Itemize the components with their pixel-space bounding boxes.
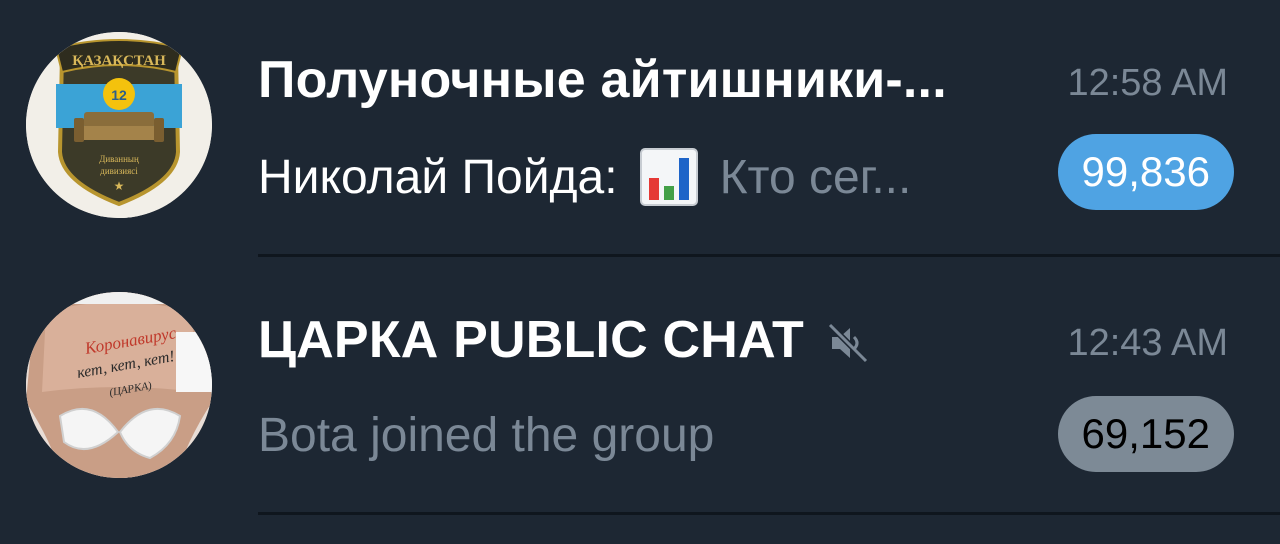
chat-time: 12:58 AM — [1067, 62, 1228, 104]
chat-title: ЦАРКА PUBLIC CHAT — [258, 310, 870, 370]
kazakhstan-divan-emblem-icon: ҚАЗАҚСТАН 12 Диванның дивизиясі ★ — [26, 32, 212, 218]
chat-divider — [258, 254, 1280, 257]
coronavirus-photo-icon: Коронавирус кет, кет, кет! (ЦАРКА) — [26, 292, 212, 478]
bar-chart-emoji-icon — [639, 148, 698, 206]
avatar-number-text: 12 — [111, 87, 127, 103]
chat-avatar[interactable]: ҚАЗАҚСТАН 12 Диванның дивизиясі ★ — [26, 32, 212, 218]
avatar-caption-1: Диванның — [99, 154, 139, 164]
chat-avatar[interactable]: Коронавирус кет, кет, кет! (ЦАРКА) — [26, 292, 212, 478]
chat-preview: Bota joined the group — [258, 408, 714, 463]
message-text: Bota joined the group — [258, 409, 715, 462]
chat-title: Полуночные айтишники-... — [258, 51, 947, 109]
avatar-caption-2: дивизиясі — [100, 166, 138, 176]
star-icon: ★ — [114, 179, 125, 193]
message-sender: Николай Пойда: — [258, 150, 618, 204]
chat-title-text: ЦАРКА PUBLIC CHAT — [258, 311, 804, 369]
chat-list-item[interactable]: Коронавирус кет, кет, кет! (ЦАРКА) ЦАРКА… — [0, 258, 1280, 516]
avatar-title-text: ҚАЗАҚСТАН — [72, 53, 166, 69]
chat-preview: Николай Пойда: Кто сег... — [258, 148, 911, 206]
chat-time: 12:43 AM — [1067, 322, 1228, 364]
chat-divider — [258, 512, 1280, 515]
unread-badge: 69,152 — [1057, 396, 1234, 472]
unread-badge: 99,836 — [1057, 134, 1234, 210]
chat-list-item[interactable]: ҚАЗАҚСТАН 12 Диванның дивизиясі ★ Полуно… — [0, 0, 1280, 258]
muted-speaker-icon — [827, 323, 869, 364]
message-text: Кто сег... — [719, 150, 912, 204]
